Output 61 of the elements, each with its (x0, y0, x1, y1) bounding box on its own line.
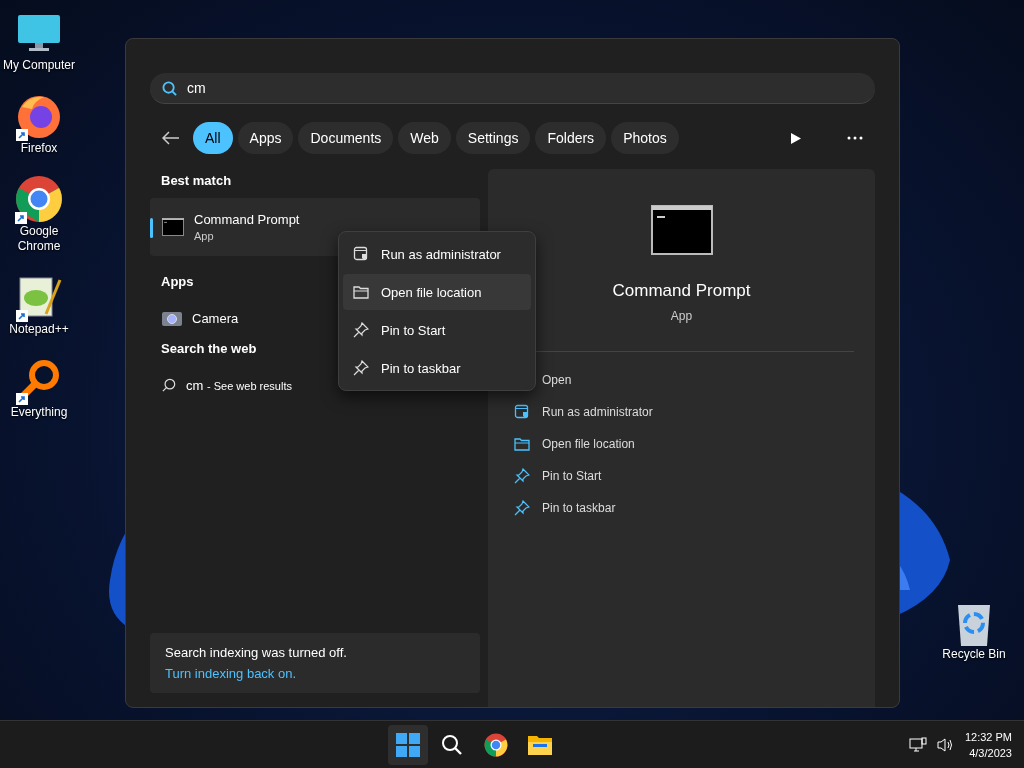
search-icon (162, 378, 176, 392)
section-heading: Apps (161, 274, 195, 289)
menu-item[interactable]: Open file location (343, 274, 531, 310)
notepad-icon (16, 274, 62, 320)
speaker-icon[interactable] (936, 736, 955, 753)
clock-time[interactable]: 12:32 PM (964, 728, 1012, 745)
desktop-icon-label[interactable]: Notepad++ (0, 322, 78, 337)
filter-tab[interactable]: Folders (535, 122, 607, 154)
preview-action[interactable]: Run as administrator (514, 396, 875, 428)
search-field[interactable]: cm (150, 73, 875, 104)
desktop-icon-label[interactable]: Recycle Bin (929, 647, 1019, 662)
preview-action[interactable]: Pin to taskbar (514, 492, 875, 524)
more-options-icon[interactable] (847, 136, 863, 140)
filter-tab[interactable]: Photos (611, 122, 679, 154)
section-heading: Best match (161, 173, 233, 188)
clock-date[interactable]: 4/3/2023 (969, 744, 1012, 761)
filter-tab[interactable]: Apps (237, 122, 294, 154)
filter-tab[interactable]: All (193, 122, 233, 154)
menu-item[interactable]: Pin to Start (343, 312, 531, 348)
chrome-icon (15, 175, 63, 223)
folder-icon (353, 285, 369, 299)
terminal-icon (162, 218, 184, 236)
filter-tab[interactable]: Settings (455, 122, 531, 154)
pin-icon (514, 500, 530, 516)
play-icon[interactable] (790, 131, 802, 145)
windows-logo-icon (396, 732, 421, 757)
search-text: cm (187, 80, 206, 96)
preview-app-type: App (670, 309, 693, 323)
preview-app-name: Command Prompt (612, 281, 751, 301)
pin-icon (514, 468, 530, 484)
network-icon[interactable] (908, 736, 927, 753)
monitor-icon (17, 13, 61, 53)
preview-action[interactable]: Open file location (514, 428, 875, 460)
taskbar-button[interactable] (388, 724, 429, 765)
search-icon (441, 733, 464, 756)
back-arrow-icon[interactable] (162, 131, 180, 145)
folder-icon (527, 733, 554, 756)
desktop-icon-label[interactable]: Firefox (0, 141, 78, 156)
turn-on-indexing-link[interactable]: Turn indexing back on. (165, 666, 465, 681)
app-type: App (194, 230, 215, 242)
chrome-icon (484, 732, 509, 757)
terminal-icon (650, 205, 713, 255)
menu-item[interactable]: Pin to taskbar (343, 350, 531, 386)
desktop-icon-label[interactable]: Google Chrome (0, 224, 78, 254)
filter-tab[interactable]: Documents (298, 122, 394, 154)
app-name: Command Prompt (194, 212, 300, 227)
desktop-icon-label[interactable]: My Computer (0, 58, 78, 73)
firefox-icon (16, 93, 62, 139)
desktop-icon-label[interactable]: Everything (0, 405, 78, 420)
camera-icon (162, 310, 182, 326)
pin-icon (353, 322, 369, 338)
preview-action[interactable]: Pin to Start (514, 460, 875, 492)
folder-icon (514, 437, 530, 451)
search-icon (162, 80, 177, 96)
filter-tab[interactable]: Web (398, 122, 451, 154)
shield-window-icon (514, 404, 530, 420)
shield-window-icon (353, 246, 369, 262)
recycle-bin-icon (956, 603, 992, 647)
notice-text: Search indexing was turned off. (165, 645, 348, 660)
section-heading: Search the web (161, 341, 258, 356)
pin-icon (353, 360, 369, 376)
